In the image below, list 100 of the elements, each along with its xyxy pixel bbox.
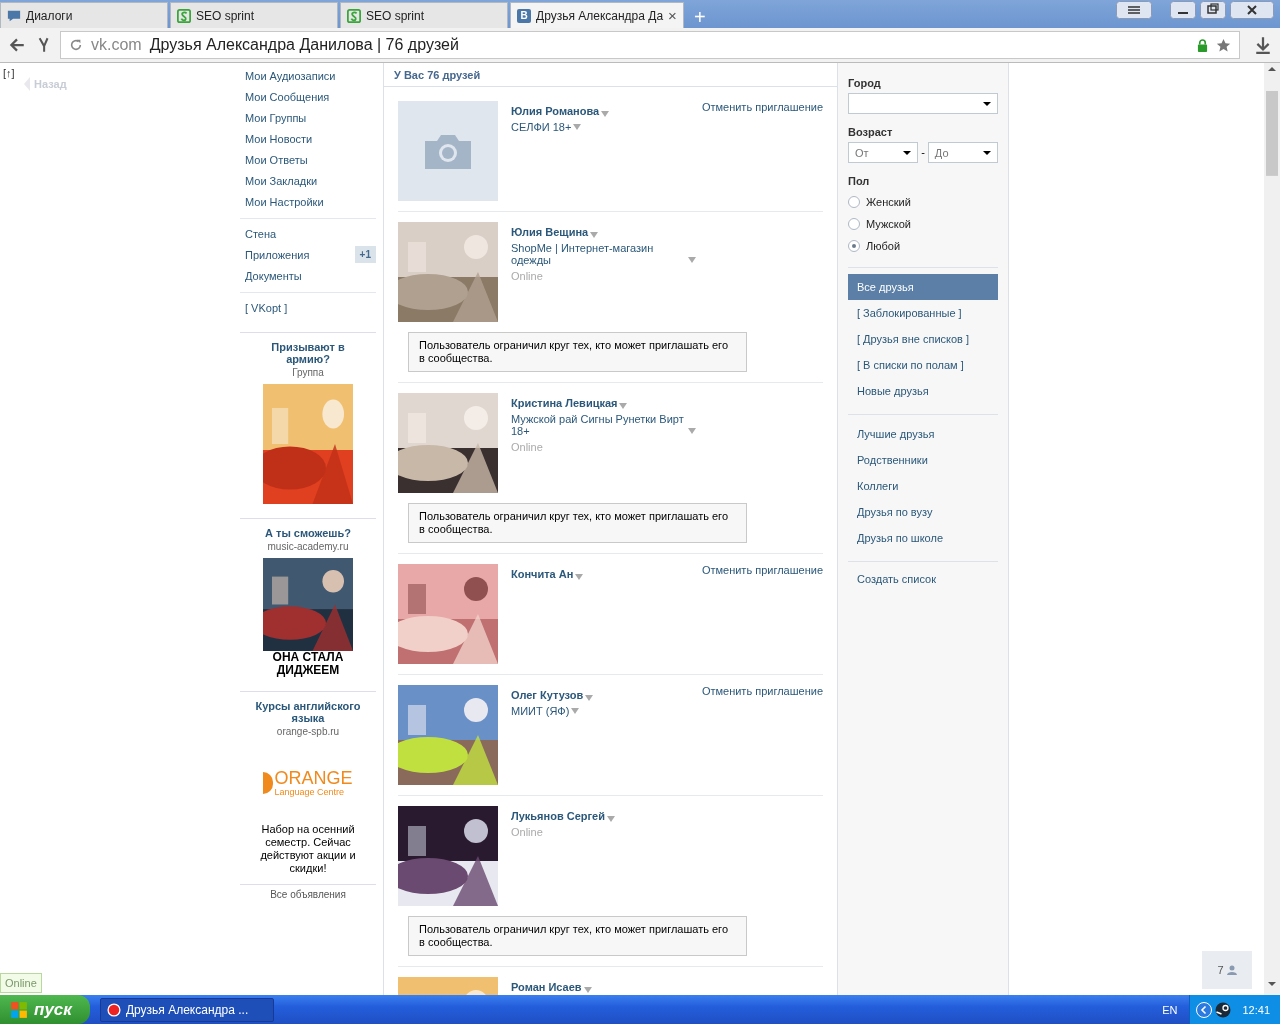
steam-icon[interactable] <box>1215 1001 1232 1018</box>
radio-label[interactable]: Мужской <box>866 218 911 230</box>
online-indicator: Online <box>0 973 42 993</box>
dollar-icon <box>347 8 361 23</box>
taskbar-window-button[interactable]: Друзья Александра ... <box>99 997 274 1022</box>
friend-name[interactable]: Юлия Романова <box>511 105 600 117</box>
friends-count-heading: У Вас 76 друзей <box>394 69 481 81</box>
online-status: Online <box>511 441 544 453</box>
maximize-icon[interactable] <box>1200 1 1226 19</box>
menu-link[interactable]: Стена <box>240 227 277 240</box>
cancel-invite-link[interactable]: Отменить приглашение <box>701 564 823 664</box>
caret-icon[interactable] <box>688 257 696 263</box>
friend-list-item[interactable]: Друзья по вузу <box>848 499 998 525</box>
ad-text: Набор на осенний семестр. Сейчас действуют акции и скидки! <box>259 823 357 875</box>
friend-list-item[interactable]: Все друзья <box>848 274 998 300</box>
back-arrow-icon[interactable] <box>8 36 26 54</box>
radio-label[interactable]: Любой <box>866 240 901 252</box>
friend-university[interactable]: МИИТ (ЯФ) <box>511 705 570 717</box>
friend-list-item[interactable]: [ В списки по полам ] <box>848 352 998 378</box>
menu-link[interactable]: Мои Аудиозаписи <box>240 69 336 82</box>
windows-logo-icon <box>10 1000 28 1019</box>
caret-icon[interactable] <box>619 403 628 409</box>
friend-name[interactable]: Юлия Вещина <box>511 226 589 238</box>
friends-online-widget[interactable]: 7 <box>1202 951 1252 989</box>
cancel-invite-link[interactable]: Отменить приглашение <box>701 101 823 201</box>
friend-name[interactable]: Роман Исаев <box>511 981 582 993</box>
radio-label[interactable]: Женский <box>866 196 911 208</box>
friend-university[interactable]: ShopMe | Интернет-магазин одежды <box>511 242 686 266</box>
caret-icon[interactable] <box>601 111 610 117</box>
all-ads-link[interactable]: Все объявления <box>240 884 376 900</box>
browser-tab[interactable]: SEO sprint <box>170 2 338 28</box>
caret-icon[interactable] <box>575 574 584 580</box>
online-status: Online <box>511 270 544 282</box>
menu-link[interactable]: Мои Группы <box>240 111 307 124</box>
ad-title[interactable]: А ты сможешь? <box>257 527 359 539</box>
caret-icon[interactable] <box>573 124 582 130</box>
age-from-dropdown[interactable]: От <box>848 142 919 163</box>
menu-link[interactable]: Приложения <box>240 248 310 261</box>
radio-button[interactable] <box>848 196 860 208</box>
caret-icon[interactable] <box>688 428 696 434</box>
close-tab-button[interactable]: × <box>668 7 677 24</box>
menu-link[interactable]: Мои Новости <box>240 132 313 145</box>
radio-button[interactable] <box>848 240 860 252</box>
friend-name[interactable]: Кристина Левицкая <box>511 397 618 409</box>
filter-label: Город <box>848 77 882 89</box>
menu-link[interactable]: Мои Закладки <box>240 174 318 187</box>
minimize-icon[interactable] <box>1170 1 1196 19</box>
cancel-invite-link[interactable]: Отменить приглашение <box>701 685 823 785</box>
menu-icon[interactable] <box>1116 1 1152 19</box>
friend-list-item[interactable]: Новые друзья <box>848 378 998 404</box>
reload-icon[interactable] <box>69 38 83 52</box>
filter-label: Пол <box>848 175 871 187</box>
caret-icon[interactable] <box>606 816 615 822</box>
ad-caption: ОНА СТАЛА ДИДЖЕЕМ <box>271 651 345 677</box>
range-dash: - <box>921 145 925 160</box>
scroll-up-link[interactable]: [↑] <box>3 67 15 79</box>
ad-title[interactable]: Курсы английского языка <box>240 700 376 724</box>
chevron-left-icon[interactable] <box>1196 1001 1213 1018</box>
scrollbar-drawing[interactable] <box>1264 63 1280 995</box>
friend-name[interactable]: Кончита Ан <box>511 568 574 580</box>
browser-icon <box>106 1002 121 1017</box>
menu-link[interactable]: Мои Сообщения <box>240 90 330 103</box>
online-status: Online <box>511 826 544 838</box>
browser-tab[interactable]: Диалоги <box>0 2 168 28</box>
browser-tab[interactable]: SEO sprint <box>340 2 508 28</box>
dollar-icon <box>177 8 191 23</box>
notice-message: Пользователь ограничил круг тех, кто может приглашать его в сообщества. <box>408 916 747 956</box>
friend-list-item[interactable]: [ Друзья вне списков ] <box>848 326 998 352</box>
friend-list-item[interactable]: [ Заблокированные ] <box>848 300 998 326</box>
friend-list-item[interactable]: Создать список <box>848 566 998 592</box>
friend-university[interactable]: Мужской рай Сигны Рунетки Вирт 18+ <box>511 413 686 437</box>
language-indicator[interactable]: EN <box>1162 1003 1178 1016</box>
notice-message: Пользователь ограничил круг тех, кто может приглашать его в сообщества. <box>408 332 747 372</box>
menu-link[interactable]: [ VKopt ] <box>240 301 288 314</box>
close-icon[interactable] <box>1230 1 1274 19</box>
friend-name[interactable]: Лукьянов Сергей <box>511 810 605 822</box>
friend-name[interactable]: Олег Кутузов <box>511 689 584 701</box>
friend-list-item[interactable]: Коллеги <box>848 473 998 499</box>
caret-icon[interactable] <box>590 232 599 238</box>
download-icon[interactable] <box>1254 36 1272 54</box>
menu-link[interactable]: Документы <box>240 269 302 282</box>
city-dropdown[interactable] <box>848 93 998 114</box>
age-to-dropdown[interactable]: До <box>927 142 998 163</box>
photo-placeholder[interactable] <box>398 101 498 201</box>
browser-tab[interactable]: В Друзья Александра Да × <box>510 2 684 28</box>
clock: 12:41 <box>1242 1003 1270 1016</box>
filter-label: Возраст <box>848 126 894 138</box>
friend-list-item[interactable]: Лучшие друзья <box>848 421 998 447</box>
friend-university[interactable]: СЕЛФИ 18+ <box>511 121 572 133</box>
speech-bubble-icon <box>7 8 21 23</box>
friend-list-item[interactable]: Друзья по школе <box>848 525 998 551</box>
address-field[interactable]: vk.com Друзья Александра Данилова | 76 друзей <box>60 31 1240 59</box>
star-icon[interactable] <box>1216 37 1231 53</box>
menu-link[interactable]: Мои Ответы <box>240 153 308 166</box>
ad-title[interactable]: Призывают в армию? <box>240 341 376 365</box>
radio-button[interactable] <box>848 218 860 230</box>
language-centre-logo: ORANGE Language Centre <box>263 769 353 797</box>
friend-list-item[interactable]: Родственники <box>848 447 998 473</box>
ad-domain: music-academy.ru <box>267 541 349 552</box>
menu-link[interactable]: Мои Настройки <box>240 195 324 208</box>
